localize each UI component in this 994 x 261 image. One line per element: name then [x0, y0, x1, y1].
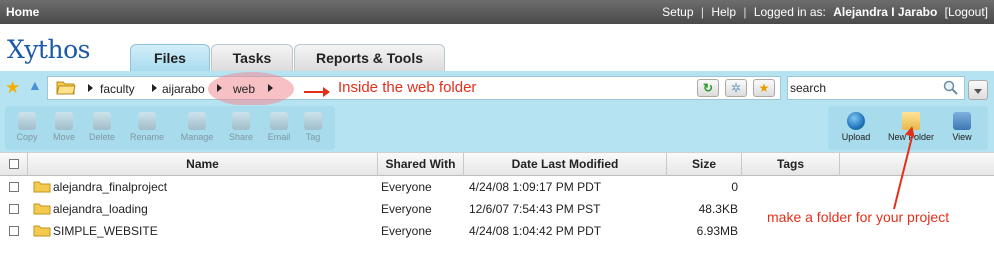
shared-with: Everyone — [381, 202, 432, 216]
logout-link[interactable]: [Logout] — [945, 5, 988, 19]
folder-icon — [33, 225, 51, 237]
search-options-dropdown[interactable] — [968, 80, 988, 100]
date-modified: 12/6/07 7:54:43 PM PST — [469, 202, 601, 216]
gear-button[interactable]: ✲ — [725, 79, 747, 97]
separator: | — [700, 5, 704, 19]
chevron-right-icon — [88, 84, 93, 92]
email-icon — [270, 112, 288, 130]
user-name: Alejandra I Jarabo — [833, 5, 938, 19]
copy-icon — [18, 112, 36, 130]
view-button[interactable]: View — [942, 108, 982, 142]
setup-link[interactable]: Setup — [662, 5, 693, 19]
annotation-web-folder: Inside the web folder — [338, 79, 477, 96]
chevron-right-icon — [152, 84, 157, 92]
top-bar-links: Setup | Help | Logged in as: Alejandra I… — [658, 5, 988, 19]
column-name[interactable]: Name — [28, 153, 378, 176]
help-link[interactable]: Help — [711, 5, 736, 19]
xythos-logo: Xythos — [7, 35, 90, 64]
file-size: 6.93MB — [696, 224, 738, 238]
chevron-right-icon — [217, 84, 222, 92]
manage-icon — [188, 112, 206, 130]
shared-with: Everyone — [381, 224, 432, 238]
favorite-button[interactable]: ★ — [753, 79, 775, 97]
folder-icon — [33, 203, 51, 215]
file-actions-group: Copy Move Delete Rename Manage Share Ema… — [5, 106, 335, 150]
breadcrumb-faculty[interactable]: faculty — [100, 82, 135, 96]
date-modified: 4/24/08 1:04:42 PM PDT — [469, 224, 602, 238]
delete-icon — [93, 112, 111, 130]
file-name[interactable]: alejandra_finalproject — [53, 180, 167, 194]
view-icon — [953, 112, 971, 130]
share-icon — [232, 112, 250, 130]
column-date-modified[interactable]: Date Last Modified — [464, 153, 667, 176]
refresh-button[interactable]: ↻ — [697, 79, 719, 97]
table-header: Name Shared With Date Last Modified Size… — [0, 152, 994, 176]
path-bar: ★ ▲ faculty aijarabo web Inside the web … — [0, 71, 994, 106]
breadcrumb-web[interactable]: web — [233, 82, 255, 96]
star-icon[interactable]: ★ — [5, 78, 20, 98]
tag-button[interactable]: Tag — [293, 108, 333, 142]
file-size: 48.3KB — [698, 202, 738, 216]
shared-with: Everyone — [381, 180, 432, 194]
folder-icon — [33, 181, 51, 193]
tag-icon — [304, 112, 322, 130]
file-toolbar: Copy Move Delete Rename Manage Share Ema… — [0, 105, 994, 152]
file-name[interactable]: SIMPLE_WEBSITE — [53, 224, 158, 238]
move-icon — [55, 112, 73, 130]
upload-icon — [847, 112, 865, 130]
row-checkbox[interactable] — [9, 182, 19, 192]
date-modified: 4/24/08 1:09:17 PM PDT — [469, 180, 602, 194]
search-input[interactable] — [790, 79, 940, 97]
file-name[interactable]: alejandra_loading — [53, 202, 148, 216]
copy-button[interactable]: Copy — [7, 108, 47, 142]
move-button[interactable]: Move — [44, 108, 84, 142]
search-box — [787, 76, 965, 100]
delete-button[interactable]: Delete — [82, 108, 122, 142]
rename-icon — [138, 112, 156, 130]
search-icon[interactable] — [943, 80, 958, 95]
column-size[interactable]: Size — [667, 153, 742, 176]
up-folder-icon[interactable]: ▲ — [28, 77, 42, 93]
tab-tasks[interactable]: Tasks — [211, 44, 293, 71]
manage-button[interactable]: Manage — [177, 108, 217, 142]
logged-in-label: Logged in as: — [753, 5, 826, 19]
select-all-column — [0, 153, 28, 176]
file-size: 0 — [731, 180, 738, 194]
folder-open-icon[interactable] — [56, 80, 76, 95]
table-row[interactable]: alejandra_finalproject Everyone 4/24/08 … — [0, 176, 994, 198]
annotation-arrow — [304, 87, 330, 97]
separator: | — [743, 5, 747, 19]
chevron-right-icon — [268, 84, 273, 92]
top-bar: Home Setup | Help | Logged in as: Alejan… — [0, 0, 994, 24]
row-checkbox[interactable] — [9, 204, 19, 214]
column-shared-with[interactable]: Shared With — [378, 153, 464, 176]
breadcrumb-aijarabo[interactable]: aijarabo — [162, 82, 205, 96]
upload-button[interactable]: Upload — [836, 108, 876, 142]
rename-button[interactable]: Rename — [127, 108, 167, 142]
select-all-checkbox[interactable] — [9, 159, 19, 169]
row-checkbox[interactable] — [9, 226, 19, 236]
tab-reports-tools[interactable]: Reports & Tools — [294, 44, 445, 71]
column-tags[interactable]: Tags — [742, 153, 840, 176]
annotation-make-folder: make a folder for your project — [767, 209, 950, 225]
tab-files[interactable]: Files — [130, 44, 210, 72]
share-button[interactable]: Share — [221, 108, 261, 142]
header: Xythos Files Tasks Reports & Tools — [0, 24, 994, 72]
breadcrumb: faculty aijarabo web Inside the web fold… — [47, 72, 781, 106]
home-link[interactable]: Home — [6, 5, 39, 19]
